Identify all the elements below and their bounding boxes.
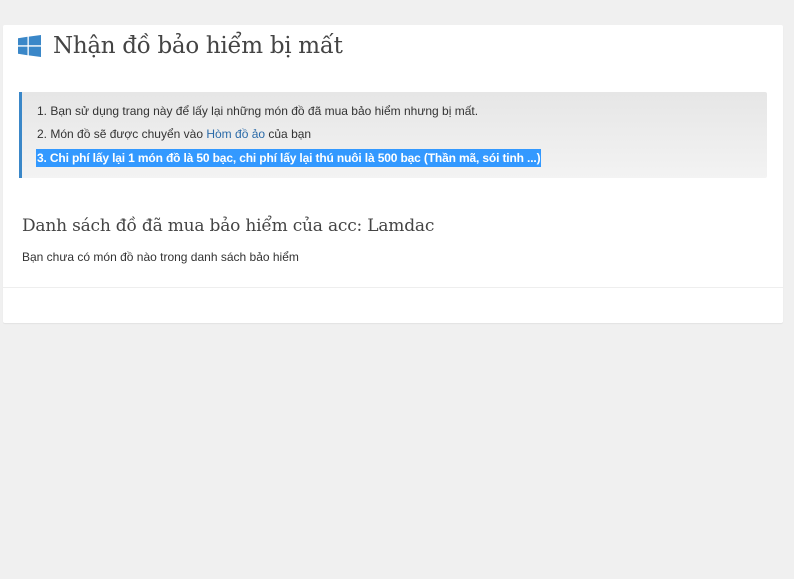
- virtual-chest-link[interactable]: Hòm đồ ảo: [206, 127, 265, 141]
- page-title: Nhận đồ bảo hiểm bị mất: [53, 33, 343, 59]
- notice-line-2: 2. Món đồ sẽ được chuyển vào Hòm đồ ảo c…: [37, 126, 311, 142]
- notice-line-1: 1. Bạn sử dụng trang này để lấy lại nhữn…: [37, 104, 479, 118]
- notice-line-2-suffix: của bạn: [265, 127, 312, 141]
- insurance-panel: Nhận đồ bảo hiểm bị mất 1. Bạn sử dụng t…: [3, 25, 783, 323]
- notice-line-2-prefix: 2. Món đồ sẽ được chuyển vào: [37, 127, 207, 141]
- panel-divider: [3, 287, 783, 288]
- panel-header: Nhận đồ bảo hiểm bị mất: [18, 33, 343, 59]
- info-notice: 1. Bạn sử dụng trang này để lấy lại nhữn…: [19, 92, 767, 178]
- notice-line-3-selected: 3. Chi phí lấy lại 1 món đồ là 50 bạc, c…: [36, 149, 542, 167]
- windows-logo-icon: [18, 35, 41, 57]
- insured-list-title: Danh sách đồ đã mua bảo hiểm của acc: La…: [22, 216, 435, 236]
- empty-list-message: Bạn chưa có món đồ nào trong danh sách b…: [22, 250, 299, 264]
